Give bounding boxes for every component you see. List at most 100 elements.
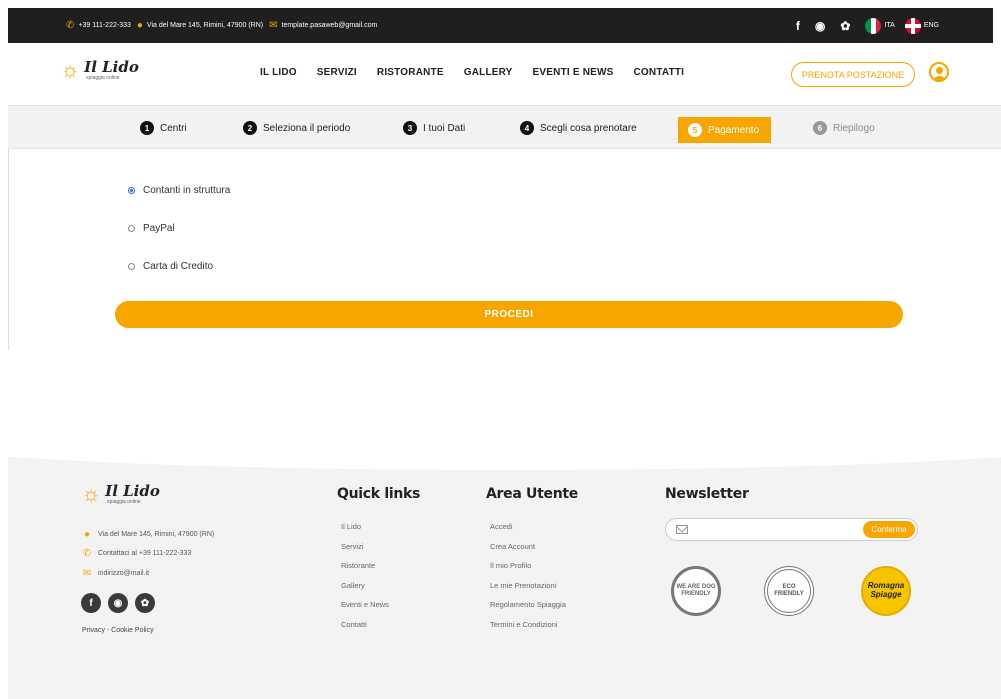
page: ✆ +39 111-222-333 ● Via del Mare 145, Ri… [0,0,1001,699]
dog-friendly-badge-text: WE ARE DOG FRIENDLY [676,584,716,597]
step-riepilogo: 6 Riepilogo [813,106,875,150]
footer-address-text: Via del Mare 145, Rimini, 47900 (RN) [98,531,215,538]
procedi-button[interactable]: PROCEDI [115,301,903,328]
dog-friendly-badge: WE ARE DOG FRIENDLY [671,566,721,616]
romagna-spiagge-badge: Romagna Spiagge [861,566,911,616]
newsletter-title: Newsletter [665,486,749,502]
step-pagamento[interactable]: 5 Pagamento [678,117,772,143]
payment-option-label: Contanti in struttura [143,185,231,196]
newsletter-email-input[interactable] [696,522,856,538]
step-label: Scegli cosa prenotare [540,122,637,134]
step-label: Riepilogo [833,122,875,134]
footer-phone[interactable]: ✆ Contattaci al +39 111-222-333 [82,548,192,559]
step-number: 1 [140,121,154,135]
step-centri[interactable]: 1 Centri [140,106,187,150]
step-tuoi-dati[interactable]: 3 I tuoi Dati [403,106,465,150]
quick-link-eventi-news[interactable]: Eventi e News [341,600,389,620]
quick-link-il-lido[interactable]: Il Lido [341,522,389,542]
topbar-email-text: template.pasaweb@gmail.com [281,22,378,29]
logo-text: Il Lido spiaggia online [84,57,139,81]
nav-servizi[interactable]: SERVIZI [317,67,357,78]
quick-link-gallery[interactable]: Gallery [341,581,389,601]
lang-eng[interactable]: ENG [924,22,939,29]
radio-button[interactable] [128,225,135,232]
quick-links-list: Il Lido Servizi Ristorante Gallery Event… [341,522,389,639]
nav-il-lido[interactable]: IL LIDO [260,67,297,78]
footer-phone-text: Contattaci al +39 111-222-333 [98,550,192,557]
mail-icon: ✉ [269,19,278,31]
phone-icon: ✆ [82,548,92,559]
step-label: Pagamento [708,124,760,136]
instagram-icon[interactable]: ◉ [815,20,825,32]
nav-gallery[interactable]: GALLERY [464,67,513,78]
location-pin-icon: ● [136,19,143,31]
footer-curve [8,440,1001,470]
romagna-spiagge-badge-text: Romagna Spiagge [867,581,905,599]
topbar-phone[interactable]: ✆ +39 111-222-333 [66,19,131,31]
topbar-address-text: Via del Mare 145, Rimini, 47900 (RN) [146,22,264,29]
privacy-cookie-link[interactable]: Privacy - Cookie Policy [82,627,154,634]
facebook-icon[interactable]: f [81,593,101,613]
area-link-crea-account[interactable]: Crea Account [490,542,566,562]
area-link-profilo[interactable]: Il mio Profilo [490,561,566,581]
user-account-icon[interactable] [929,62,949,82]
twitter-icon[interactable]: ✿ [135,593,155,613]
quick-links-title: Quick links [337,486,421,502]
nav-eventi-news[interactable]: EVENTI E NEWS [533,67,614,78]
quick-link-contatti[interactable]: Contatti [341,620,389,640]
footer: ☼ Il Lido spiaggia online ● Via del Mare… [8,440,1001,699]
twitter-icon[interactable]: ✿ [840,20,850,32]
footer-email-text: indirizzo@mail.it [98,570,150,577]
footer-address: ● Via del Mare 145, Rimini, 47900 (RN) [82,529,214,540]
footer-social: f ◉ ✿ [81,593,162,613]
payment-option-label: PayPal [143,223,175,234]
main-nav: IL LIDO SERVIZI RISTORANTE GALLERY EVENT… [260,67,704,78]
uk-flag-icon[interactable] [904,17,921,34]
payment-option-carta[interactable]: Carta di Credito [128,261,213,272]
payment-option-label: Carta di Credito [143,261,214,272]
logo[interactable]: ☼ Il Lido spiaggia online [60,59,139,81]
nav-contatti[interactable]: CONTATTI [634,67,685,78]
topbar-phone-text: +39 111-222-333 [78,22,131,29]
mail-icon: ✉ [82,568,92,579]
area-link-termini[interactable]: Termini e Condizioni [490,620,566,640]
step-label: Centri [160,122,187,134]
phone-icon: ✆ [66,19,75,31]
quick-link-servizi[interactable]: Servizi [341,542,389,562]
payment-option-paypal[interactable]: PayPal [128,223,175,234]
footer-logo-text: Il Lido spiaggia online [105,483,160,505]
step-number: 2 [243,121,257,135]
newsletter-form: Conferma [665,518,918,541]
step-label: I tuoi Dati [423,122,466,134]
step-scegli-cosa-prenotare[interactable]: 4 Scegli cosa prenotare [520,106,637,150]
eco-friendly-badge-text: ECO FRIENDLY [774,584,804,597]
area-link-accedi[interactable]: Accedi [490,522,566,542]
italy-flag-icon[interactable] [865,17,882,34]
newsletter-conferma-button[interactable]: Conferma [863,521,915,538]
topbar-email[interactable]: ✉ template.pasaweb@gmail.com [269,19,378,31]
eco-friendly-badge: ECO FRIENDLY [764,566,814,616]
area-utente-title: Area Utente [486,486,578,502]
footer-email[interactable]: ✉ indirizzo@mail.it [82,568,149,579]
footer-logo[interactable]: ☼ Il Lido spiaggia online [81,483,160,505]
area-link-prenotazioni[interactable]: Le mie Prenotazioni [490,581,566,601]
facebook-icon[interactable]: f [796,20,800,32]
sun-logo-icon: ☼ [81,481,102,506]
area-link-regolamento[interactable]: Regolamento Spiaggia [490,600,566,620]
topbar-right: f ◉ ✿ ITA ENG [796,8,949,43]
radio-button-checked[interactable] [128,187,135,194]
payment-option-contanti[interactable]: Contanti in struttura [128,185,230,196]
location-pin-icon: ● [83,529,91,540]
lang-ita[interactable]: ITA [884,22,894,29]
mail-icon [676,525,688,534]
instagram-icon[interactable]: ◉ [108,593,128,613]
quick-link-ristorante[interactable]: Ristorante [341,561,389,581]
step-seleziona-periodo[interactable]: 2 Seleziona il periodo [243,106,350,150]
nav-ristorante[interactable]: RISTORANTE [377,67,444,78]
prenota-postazione-button[interactable]: PRENOTA POSTAZIONE [791,62,915,87]
radio-button[interactable] [128,263,135,270]
sun-logo-icon: ☼ [60,57,81,82]
logo-title: Il Lido [84,57,139,76]
header: ☼ Il Lido spiaggia online IL LIDO SERVIZ… [8,43,993,105]
payment-section: Contanti in struttura PayPal Carta di Cr… [8,149,1001,350]
